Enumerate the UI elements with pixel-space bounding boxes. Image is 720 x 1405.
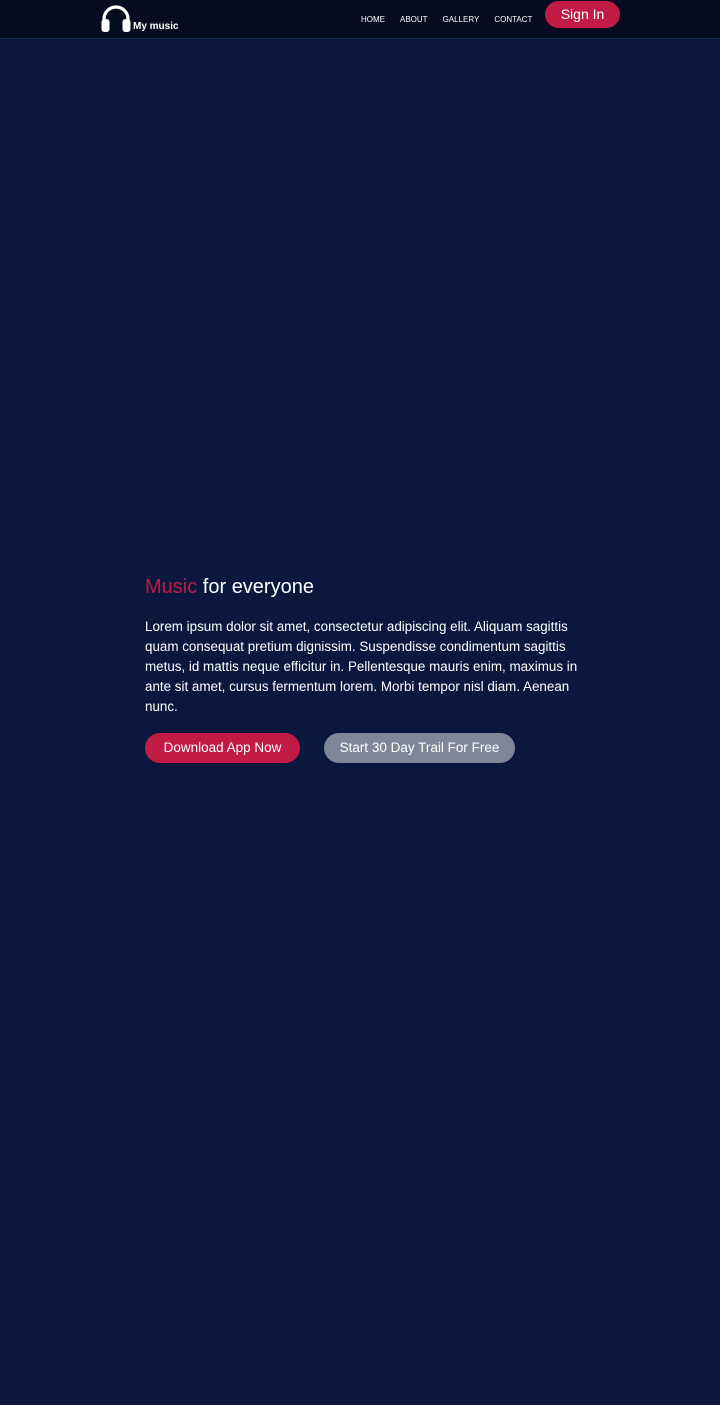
hero-section: Music for everyone Lorem ipsum dolor sit… — [145, 572, 585, 763]
headphones-icon — [101, 5, 131, 32]
hero-actions: Download App Now Start 30 Day Trail For … — [145, 733, 585, 763]
hero-title-accent: Music — [145, 576, 198, 598]
brand-logo-link[interactable]: My music — [100, 3, 179, 33]
nav-links: HOME ABOUT GALLERY CONTACT — [361, 15, 547, 25]
nav-about-link[interactable]: ABOUT — [400, 15, 428, 25]
brand-name: My music — [133, 21, 179, 32]
hero-title-rest: for everyone — [197, 576, 314, 598]
navbar: My music HOME ABOUT GALLERY CONTACT Sign… — [0, 0, 720, 39]
download-app-button[interactable]: Download App Now — [145, 733, 300, 763]
hero-title: Music for everyone — [145, 572, 585, 602]
nav-gallery-link[interactable]: GALLERY — [443, 15, 480, 25]
nav-home-link[interactable]: HOME — [361, 15, 385, 25]
start-trial-button[interactable]: Start 30 Day Trail For Free — [324, 733, 515, 763]
nav-contact-link[interactable]: CONTACT — [494, 15, 532, 25]
sign-in-button[interactable]: Sign In — [545, 1, 620, 28]
hero-description: Lorem ipsum dolor sit amet, consectetur … — [145, 619, 578, 714]
